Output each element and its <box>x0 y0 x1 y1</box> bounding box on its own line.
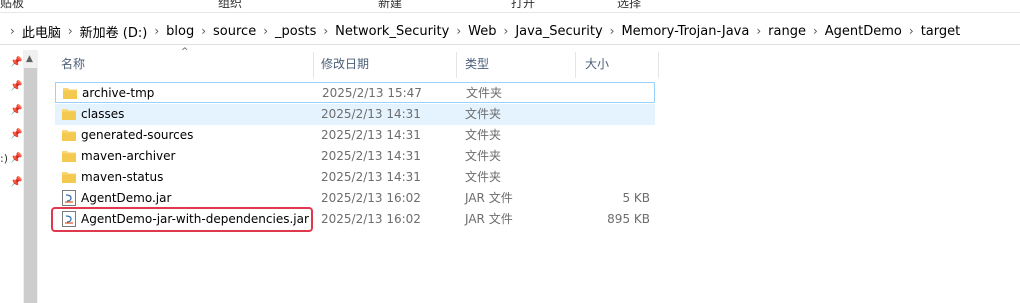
file-row[interactable]: archive-tmp 2025/2/13 15:47 文件夹 <box>55 82 655 103</box>
address-bar[interactable]: › 此电脑 › 新加卷 (D:) › blog › source › _post… <box>0 17 1020 45</box>
breadcrumb-item[interactable]: _posts <box>270 24 321 39</box>
pin-icon[interactable]: 📌 <box>10 105 22 117</box>
pin-icon[interactable]: 📌 <box>10 57 22 69</box>
breadcrumb-item[interactable]: Memory-Trojan-Java <box>616 24 754 39</box>
breadcrumb-item[interactable]: Java_Security <box>510 24 607 39</box>
file-size: 895 KB <box>607 212 650 226</box>
chevron-right-icon[interactable]: › <box>454 24 463 38</box>
file-date: 2025/2/13 14:31 <box>321 149 421 163</box>
folder-icon <box>62 151 76 162</box>
column-divider[interactable] <box>575 52 576 78</box>
column-type[interactable]: 类型 <box>465 50 489 80</box>
file-size <box>580 146 650 167</box>
chevron-right-icon[interactable]: › <box>608 24 617 38</box>
column-date[interactable]: 修改日期 <box>321 50 369 80</box>
file-name: archive-tmp <box>82 86 155 100</box>
breadcrumb-item[interactable]: AgentDemo <box>820 24 907 39</box>
column-header: ^ 名称 修改日期 类型 大小 <box>55 47 660 80</box>
nav-scrollbar[interactable]: ▲ <box>23 50 38 303</box>
file-date: 2025/2/13 14:31 <box>321 170 421 184</box>
breadcrumb-item[interactable]: target <box>916 24 966 39</box>
ribbon-new-label: 新建 <box>378 0 403 10</box>
file-date: 2025/2/13 14:31 <box>321 107 421 121</box>
breadcrumb-item[interactable]: 此电脑 <box>17 22 66 41</box>
chevron-right-icon[interactable]: › <box>811 24 820 38</box>
chevron-right-icon[interactable]: › <box>907 24 916 38</box>
breadcrumb: › 此电脑 › 新加卷 (D:) › blog › source › _post… <box>8 20 1020 42</box>
file-name: maven-status <box>81 170 164 184</box>
folder-icon <box>63 88 77 99</box>
file-size <box>580 104 650 125</box>
file-name: classes <box>81 107 125 121</box>
nav-item-label[interactable]: :) <box>0 152 8 165</box>
file-type: 文件夹 <box>465 128 502 142</box>
pin-icon[interactable]: 📌 <box>10 129 22 141</box>
pin-icon[interactable]: 📌 <box>10 153 22 165</box>
ribbon-clipboard-label: 贴板 <box>0 0 25 10</box>
file-type: JAR 文件 <box>465 191 513 205</box>
folder-icon <box>62 109 76 120</box>
folder-icon <box>62 130 76 141</box>
file-date: 2025/2/13 14:31 <box>321 128 421 142</box>
breadcrumb-item[interactable]: Web <box>463 24 501 39</box>
pin-icon[interactable]: 📌 <box>10 177 22 189</box>
highlight-annotation <box>51 207 313 232</box>
file-date: 2025/2/13 15:47 <box>322 86 422 100</box>
chevron-right-icon[interactable]: › <box>502 24 511 38</box>
chevron-right-icon[interactable]: › <box>66 24 75 38</box>
file-size <box>580 125 650 146</box>
file-type: 文件夹 <box>466 86 503 100</box>
scroll-up-icon[interactable]: ▲ <box>26 54 33 64</box>
column-divider[interactable] <box>456 52 457 78</box>
jar-file-icon <box>62 190 76 206</box>
column-divider[interactable] <box>313 52 314 78</box>
file-row[interactable]: maven-status 2025/2/13 14:31 文件夹 <box>55 167 655 188</box>
breadcrumb-item[interactable]: blog <box>161 24 199 39</box>
breadcrumb-item[interactable]: source <box>208 24 261 39</box>
ribbon-open-label: 打开 <box>511 0 536 10</box>
sort-ascending-icon: ^ <box>181 47 189 57</box>
file-size <box>580 167 650 188</box>
breadcrumb-item[interactable]: 新加卷 (D:) <box>75 22 153 41</box>
file-row[interactable]: generated-sources 2025/2/13 14:31 文件夹 <box>55 125 655 146</box>
column-name[interactable]: 名称 <box>61 50 85 80</box>
file-type: JAR 文件 <box>465 212 513 226</box>
file-size: 5 KB <box>622 191 650 205</box>
chevron-right-icon[interactable]: › <box>261 24 270 38</box>
file-date: 2025/2/13 16:02 <box>321 191 421 205</box>
column-divider[interactable] <box>658 52 659 78</box>
breadcrumb-item[interactable]: range <box>763 24 811 39</box>
ribbon-organize-label: 组织 <box>218 0 243 10</box>
chevron-right-icon[interactable]: › <box>321 24 330 38</box>
chevron-right-icon[interactable]: › <box>754 24 763 38</box>
file-name: generated-sources <box>81 128 194 142</box>
chevron-right-icon[interactable]: › <box>152 24 161 38</box>
breadcrumb-item[interactable]: Network_Security <box>330 24 454 39</box>
pin-icon[interactable]: 📌 <box>10 81 22 93</box>
chevron-right-icon[interactable]: › <box>199 24 208 38</box>
file-type: 文件夹 <box>465 170 502 184</box>
ribbon-select-label: 选择 <box>617 0 642 10</box>
column-size[interactable]: 大小 <box>585 50 609 80</box>
folder-icon <box>62 172 76 183</box>
file-row[interactable]: maven-archiver 2025/2/13 14:31 文件夹 <box>55 146 655 167</box>
scrollbar-thumb[interactable] <box>24 68 37 303</box>
file-size <box>581 83 651 104</box>
file-date: 2025/2/13 16:02 <box>321 212 421 226</box>
file-name: AgentDemo.jar <box>81 191 172 205</box>
file-type: 文件夹 <box>465 107 502 121</box>
file-row[interactable]: AgentDemo.jar 2025/2/13 16:02 JAR 文件 5 K… <box>55 188 655 209</box>
file-type: 文件夹 <box>465 149 502 163</box>
file-name: maven-archiver <box>81 149 176 163</box>
ribbon-groups: 贴板 组织 新建 打开 选择 <box>0 0 1020 13</box>
chevron-right-icon[interactable]: › <box>8 24 17 38</box>
file-row[interactable]: classes 2025/2/13 14:31 文件夹 <box>55 104 655 125</box>
